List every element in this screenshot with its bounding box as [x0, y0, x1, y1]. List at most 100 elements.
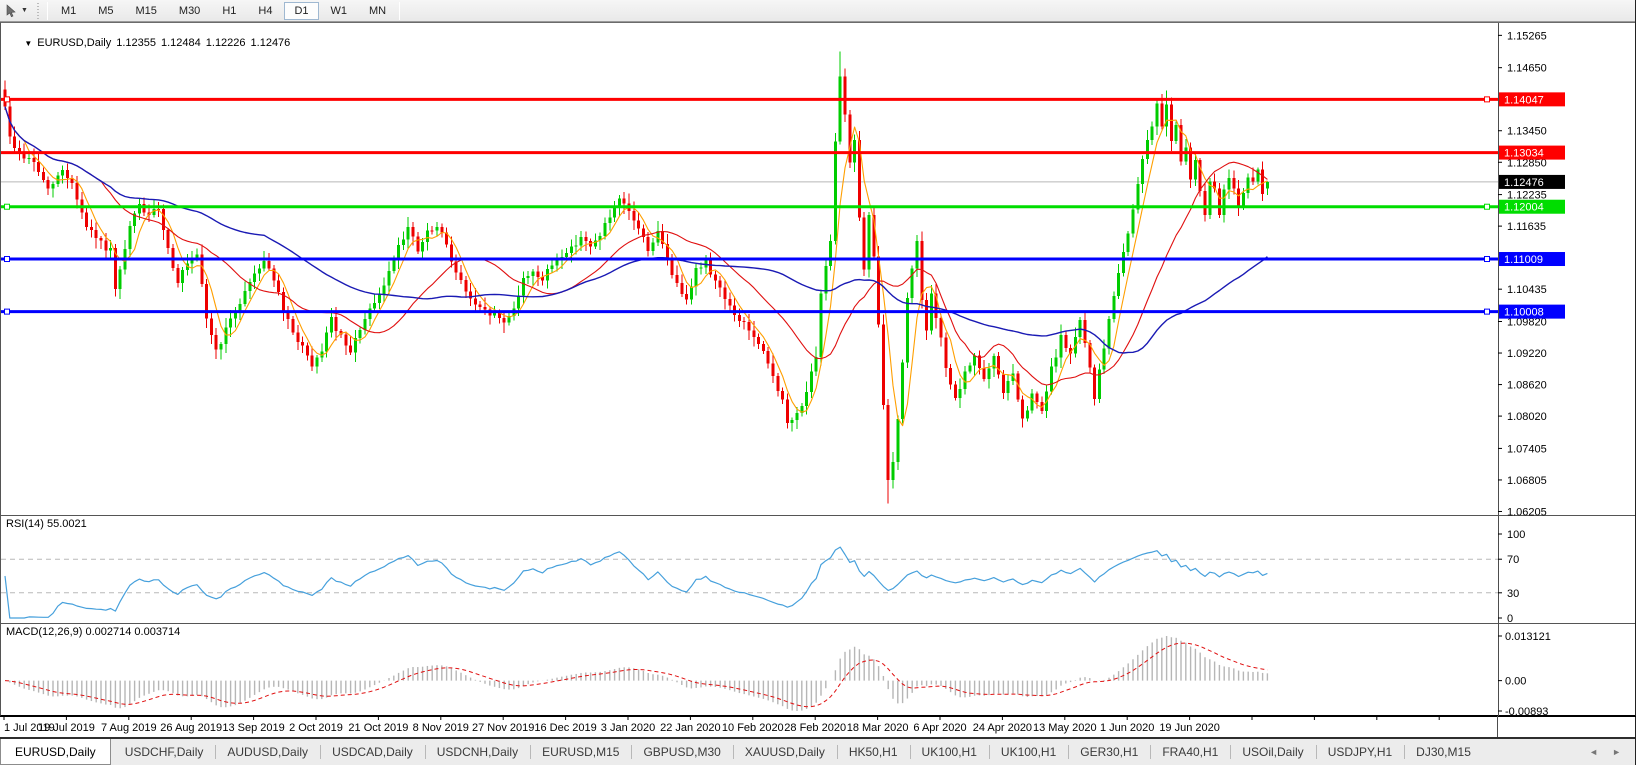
timeframe-button-m15[interactable]: M15	[126, 2, 167, 20]
timeframe-button-w1[interactable]: W1	[321, 2, 358, 20]
rsi-indicator-surface[interactable]: RSI(14) 55.0021 100 70 30 0	[0, 516, 1635, 624]
candle-body	[1054, 357, 1058, 367]
candle-body	[997, 356, 1001, 375]
hline-handle[interactable]	[1484, 203, 1490, 210]
hline-1-12004[interactable]	[1, 203, 1498, 210]
hline-1-10008[interactable]	[1, 308, 1498, 315]
chart-tab-audusd-daily[interactable]: AUDUSD,Daily	[215, 739, 320, 765]
candle-body	[795, 412, 799, 420]
hline-handle[interactable]	[4, 96, 10, 103]
date-label: 16 Dec 2019	[534, 722, 596, 734]
timeframe-button-m30[interactable]: M30	[169, 2, 210, 20]
timeframe-button-d1[interactable]: D1	[284, 1, 319, 20]
chart-tab-usdjpy-h1[interactable]: USDJPY,H1	[1315, 739, 1404, 765]
timeframe-buttons: M1 M5 M15 M30 H1 H4 D1 W1 MN	[50, 0, 397, 21]
hline-handle[interactable]	[4, 203, 10, 210]
chart-tab-dj30-m15[interactable]: DJ30,M15	[1404, 739, 1483, 765]
rsi-tick-label: 100	[1507, 529, 1525, 541]
chart-tab-usdchf-daily[interactable]: USDCHF,Daily	[113, 739, 216, 765]
chart-tab-xauusd-daily[interactable]: XAUUSD,Daily	[732, 739, 837, 765]
hline-1-14047[interactable]	[1, 96, 1498, 103]
candle-body	[1126, 233, 1130, 252]
chart-tab-usdcnh-daily[interactable]: USDCNH,Daily	[424, 739, 530, 765]
timeframe-button-h1[interactable]: H1	[212, 2, 246, 20]
candle-body	[886, 404, 890, 481]
ohlc-open: 1.12355	[116, 37, 156, 49]
toolbar-grip-handle[interactable]	[34, 2, 42, 19]
candle-body	[833, 141, 837, 241]
candle-body	[368, 308, 372, 319]
candle-body	[1102, 348, 1106, 370]
chart-tab-usoil-daily[interactable]: USOil,Daily	[1230, 739, 1315, 765]
timeframe-button-mn[interactable]: MN	[359, 2, 396, 20]
price-chart-surface[interactable]: ▼ EURUSD,Daily 1.12355 1.12484 1.12226 1.1247…	[0, 22, 1636, 517]
candle-body	[233, 313, 237, 319]
chart-tab-fra40-h1[interactable]: FRA40,H1	[1150, 739, 1230, 765]
candlestick-chart[interactable]: 1.152651.146501.134501.128501.122351.116…	[1, 23, 1636, 517]
candle-body	[219, 344, 223, 350]
candle-body	[838, 76, 842, 142]
candle-body	[1093, 367, 1097, 399]
macd-label: MACD(12,26,9) 0.002714 0.003714	[6, 626, 181, 638]
chart-title-caret-icon[interactable]: ▼	[24, 39, 32, 48]
candle-body	[901, 362, 905, 420]
cursor-tool-button[interactable]: ▼	[0, 0, 32, 21]
trading-terminal-window: ▼ M1 M5 M15 M30 H1 H4 D1 W1 MN ▼ EURUSD,Daily 1.12…	[0, 0, 1636, 765]
candle-body	[229, 318, 233, 328]
macd-indicator-surface[interactable]: MACD(12,26,9) 0.002714 0.003714 0.013121…	[0, 624, 1635, 716]
candle-body	[478, 304, 482, 307]
candle-body	[685, 293, 689, 300]
chart-tab-eurusd-m15[interactable]: EURUSD,M15	[530, 739, 631, 765]
hline-handle[interactable]	[1484, 256, 1490, 263]
tab-scroll-right-icon[interactable]: ►	[1612, 747, 1621, 757]
timeframe-button-h4[interactable]: H4	[248, 2, 282, 20]
candle-body	[377, 294, 381, 303]
chart-tab-uk100-h1[interactable]: UK100,H1	[909, 739, 989, 765]
tab-scroll-left-icon[interactable]: ◄	[1589, 747, 1598, 757]
candle-body	[257, 268, 261, 274]
date-axis-scale[interactable]: 1 Jul 201919 Jul 2019 7 Aug 2019 26 Aug 20…	[0, 716, 1636, 737]
price-tick-label: 1.08020	[1507, 411, 1547, 423]
rsi-tick-label: 30	[1507, 588, 1519, 600]
candle-body	[473, 298, 477, 305]
macd-chart[interactable]: 0.013121 0.00 -0.00893	[1, 624, 1636, 716]
candle-body	[603, 222, 607, 237]
candles	[3, 51, 1269, 504]
timeframe-button-m5[interactable]: M5	[88, 2, 123, 20]
chart-tab-ger30-h1[interactable]: GER30,H1	[1068, 739, 1150, 765]
candle-body	[584, 237, 588, 241]
macd-tick-label: 0.00	[1505, 676, 1526, 688]
candle-body	[848, 114, 852, 163]
candle-body	[401, 239, 405, 246]
candle-body	[128, 225, 132, 249]
candle-body	[757, 337, 761, 345]
hline-handle[interactable]	[1484, 96, 1490, 103]
candle-body	[291, 319, 295, 333]
timeframe-button-m1[interactable]: M1	[51, 2, 86, 20]
candle-body	[277, 280, 281, 292]
candle-body	[1203, 191, 1207, 215]
price-tick-label: 1.09220	[1507, 348, 1547, 360]
price-tick-label: 1.15265	[1507, 30, 1547, 42]
rsi-chart[interactable]: 100 70 30 0	[1, 516, 1636, 624]
macd-tick-label: -0.00893	[1505, 706, 1548, 716]
candle-body	[958, 388, 962, 398]
chart-tab-eurusd-daily[interactable]: EURUSD,Daily	[0, 739, 111, 765]
chart-tab-hk50-h1[interactable]: HK50,H1	[836, 739, 910, 765]
candle-body	[953, 384, 957, 398]
candle-body	[987, 368, 991, 379]
candle-body	[1035, 393, 1039, 403]
candle-body	[99, 238, 103, 241]
chart-tab-uk100-h1[interactable]: UK100,H1	[988, 739, 1068, 765]
candle-body	[771, 363, 775, 377]
hline-handle[interactable]	[1484, 308, 1490, 315]
hline-1-11009[interactable]	[1, 256, 1498, 263]
candle-body	[37, 162, 41, 173]
candle-body	[1251, 177, 1255, 182]
tool-dropdown-caret-icon[interactable]: ▼	[21, 7, 28, 14]
hline-handle[interactable]	[4, 308, 10, 315]
chart-tab-gbpusd-m30[interactable]: GBPUSD,M30	[631, 739, 732, 765]
chart-tab-usdcad-daily[interactable]: USDCAD,Daily	[320, 739, 425, 765]
hline-handle[interactable]	[4, 256, 10, 263]
candle-body	[670, 260, 674, 276]
